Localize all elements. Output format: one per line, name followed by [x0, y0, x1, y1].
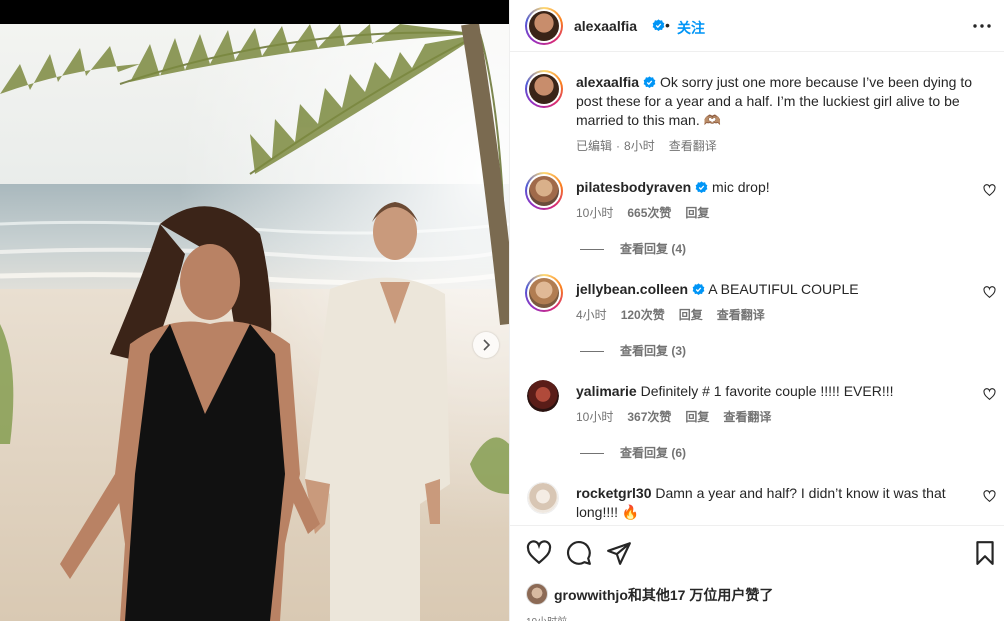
caption: alexaalfia Ok sorry just one more becaus…	[510, 69, 1004, 159]
likes-text[interactable]: growwithjo和其他17 万位用户赞了	[554, 585, 773, 605]
divider-line	[580, 453, 604, 455]
heart-icon[interactable]	[526, 540, 552, 566]
post-time: 10小时前	[526, 613, 567, 621]
heart-icon[interactable]	[983, 388, 996, 401]
comment-body: Definitely # 1 favorite couple !!!!! EVE…	[640, 383, 894, 399]
separator-dot: •	[665, 17, 670, 33]
divider-line	[580, 351, 604, 353]
bookmark-icon[interactable]	[972, 540, 998, 566]
author-avatar[interactable]	[525, 70, 563, 108]
view-replies-button[interactable]: 查看回复 (3)	[580, 342, 686, 359]
comment-body: A BEAUTIFUL COUPLE	[708, 281, 859, 297]
comment-username[interactable]: yalimarie	[576, 383, 637, 399]
view-replies-label: 查看回复 (3)	[620, 344, 687, 358]
comment-text: jellybean.colleen A BEAUTIFUL COUPLE	[576, 280, 976, 299]
comment-text: pilatesbodyraven mic drop!	[576, 178, 976, 197]
post-photo	[0, 0, 509, 621]
comment-username[interactable]: pilatesbodyraven	[576, 179, 691, 195]
comment-time: 10小时	[576, 206, 614, 220]
comment-body: mic drop!	[712, 179, 770, 195]
view-replies-button[interactable]: 查看回复 (4)	[580, 240, 686, 257]
comment-icon[interactable]	[566, 540, 592, 566]
author-username[interactable]: alexaalfia	[574, 18, 637, 34]
comment-time: 10小时	[576, 410, 614, 424]
post-detail-panel: alexaalfia • 关注 alexaalfia Ok sorry just…	[509, 0, 1004, 621]
heart-icon[interactable]	[983, 286, 996, 299]
comment-meta: 10小时 665次赞 回复	[576, 204, 723, 221]
translate-link[interactable]: 查看翻译	[717, 308, 765, 322]
comment-likes[interactable]: 367次赞	[627, 410, 671, 424]
author-avatar[interactable]	[525, 7, 563, 45]
comment-item: rocketgrl30 Damn a year and half? I didn…	[510, 477, 1004, 525]
commenter-avatar[interactable]	[527, 482, 559, 514]
verified-badge-icon	[643, 76, 656, 89]
verified-badge-icon	[695, 181, 708, 194]
comment-item: jellybean.colleen A BEAUTIFUL COUPLE 4小时…	[510, 273, 1004, 363]
caption-meta: 已编辑 · 8小时 查看翻译	[576, 137, 731, 154]
comment-item: yalimarie Definitely # 1 favorite couple…	[510, 375, 1004, 465]
comment-meta: 4小时 120次赞 回复 查看翻译	[576, 306, 779, 323]
reply-button[interactable]: 回复	[685, 410, 709, 424]
view-replies-label: 查看回复 (6)	[620, 446, 687, 460]
post-actions: growwithjo和其他17 万位用户赞了 10小时前	[510, 525, 1004, 621]
separator-dot: ·	[616, 139, 621, 153]
commenter-avatar[interactable]	[525, 274, 563, 312]
view-replies-label: 查看回复 (4)	[620, 242, 687, 256]
edited-label: 已编辑	[576, 139, 613, 153]
commenter-avatar[interactable]	[525, 172, 563, 210]
divider-line	[580, 249, 604, 251]
comment-text: yalimarie Definitely # 1 favorite couple…	[576, 382, 976, 401]
follow-button[interactable]: 关注	[677, 18, 705, 38]
comments-list: alexaalfia Ok sorry just one more becaus…	[510, 53, 1004, 525]
comment-item: pilatesbodyraven mic drop! 10小时 665次赞 回复 查…	[510, 171, 1004, 261]
post-header: alexaalfia • 关注	[510, 0, 1004, 52]
commenter-avatar[interactable]	[527, 380, 559, 412]
comment-likes[interactable]: 665次赞	[627, 206, 671, 220]
comment-username[interactable]: rocketgrl30	[576, 485, 651, 501]
chevron-right-icon	[483, 339, 491, 351]
share-icon[interactable]	[606, 540, 632, 566]
liker-avatar	[526, 583, 548, 605]
heart-icon[interactable]	[983, 184, 996, 197]
verified-badge-icon	[652, 19, 665, 32]
caption-text: alexaalfia Ok sorry just one more becaus…	[576, 73, 981, 130]
view-replies-button[interactable]: 查看回复 (6)	[580, 444, 686, 461]
translate-link[interactable]: 查看翻译	[723, 410, 771, 424]
beach-couple-photo	[0, 24, 509, 621]
caption-username[interactable]: alexaalfia	[576, 74, 639, 90]
comment-likes[interactable]: 120次赞	[621, 308, 665, 322]
translate-link[interactable]: 查看翻译	[669, 139, 717, 153]
comment-meta: 10小时 367次赞 回复 查看翻译	[576, 408, 785, 425]
reply-button[interactable]: 回复	[685, 206, 709, 220]
comment-time: 4小时	[576, 308, 607, 322]
reply-button[interactable]: 回复	[679, 308, 703, 322]
comment-text: rocketgrl30 Damn a year and half? I didn…	[576, 484, 976, 522]
more-options-icon[interactable]	[972, 18, 992, 34]
next-image-button[interactable]	[473, 332, 499, 358]
comment-username[interactable]: jellybean.colleen	[576, 281, 688, 297]
caption-time: 8小时	[624, 139, 655, 153]
verified-badge-icon	[692, 283, 705, 296]
heart-icon[interactable]	[983, 490, 996, 503]
